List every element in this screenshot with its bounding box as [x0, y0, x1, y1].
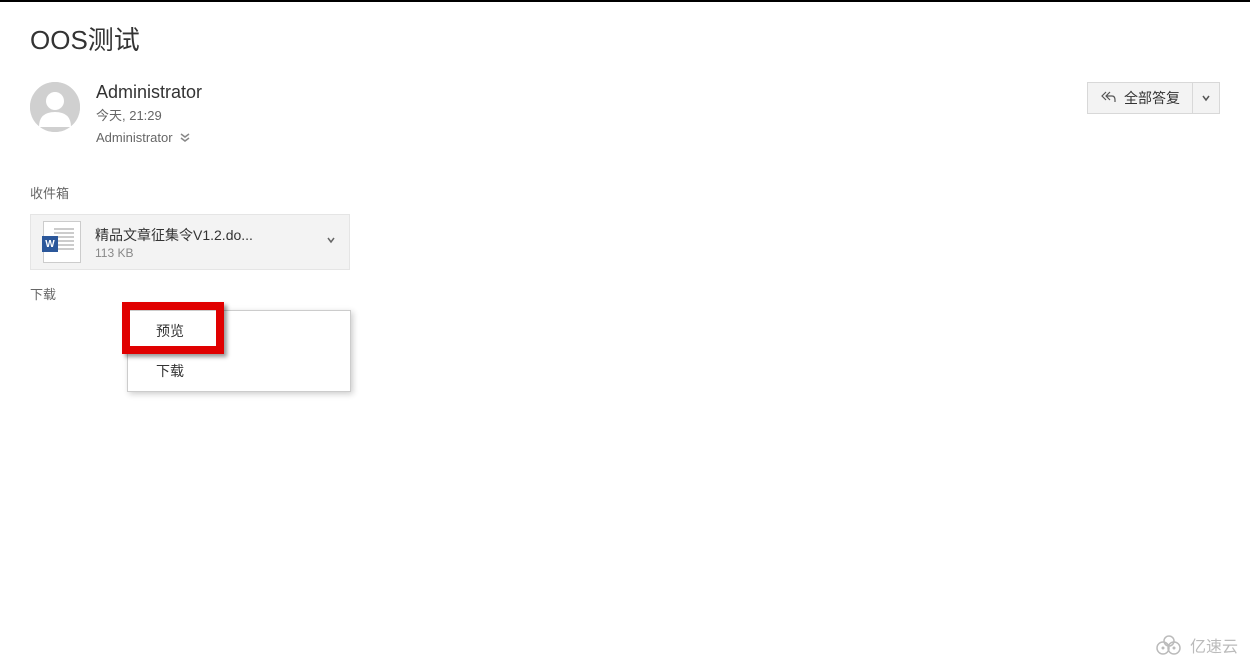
attachment-context-menu: 预览 下载 [127, 310, 351, 392]
reply-all-button[interactable]: 全部答复 [1087, 82, 1220, 114]
attachment-filename: 精品文章征集令V1.2.do... [95, 225, 311, 245]
recipient-name: Administrator [96, 130, 173, 145]
sender-block: Administrator 今天, 21:29 Administrator [30, 82, 202, 145]
avatar [30, 82, 80, 132]
reply-dropdown-icon[interactable] [1192, 83, 1219, 113]
attachment-size: 113 KB [95, 246, 311, 260]
timestamp: 今天, 21:29 [96, 105, 202, 124]
download-all-link[interactable]: 下载 [30, 284, 1220, 303]
sender-name: Administrator [96, 82, 202, 103]
attachment-card[interactable]: W 精品文章征集令V1.2.do... 113 KB [30, 214, 350, 270]
reply-all-label: 全部答复 [1124, 88, 1180, 108]
menu-download[interactable]: 下载 [128, 351, 350, 391]
attachment-menu-icon[interactable] [325, 233, 337, 251]
word-doc-icon: W [43, 221, 81, 263]
watermark: 亿速云 [1156, 633, 1238, 657]
reply-all-icon [1100, 89, 1116, 108]
email-subject: OOS测试 [30, 20, 1220, 57]
folder-label: 收件箱 [30, 183, 1220, 202]
menu-preview[interactable]: 预览 [128, 311, 350, 351]
expand-recipients-icon[interactable] [179, 132, 191, 144]
